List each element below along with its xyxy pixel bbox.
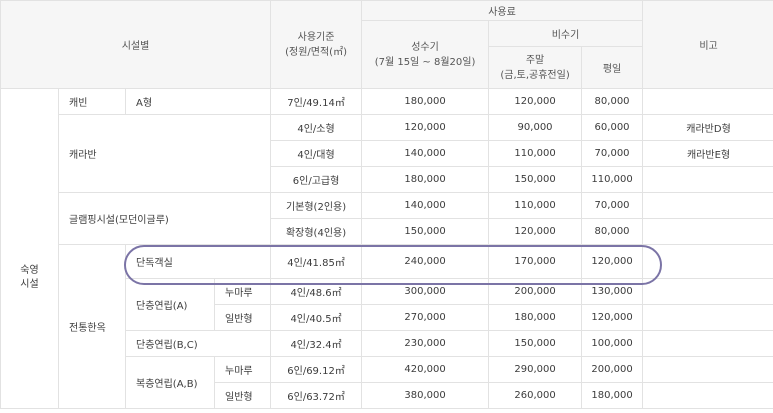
weekend-price: 170,000 (488, 244, 583, 279)
category-glamping: 글램핑시설(모던이글루) (57, 192, 272, 245)
criteria-cell: 4인/41.85㎡ (270, 244, 363, 279)
remarks-cell (642, 244, 773, 279)
weekday-price: 120,000 (581, 244, 644, 279)
weekend-price: 120,000 (488, 218, 583, 245)
row-name: A형 (124, 88, 272, 115)
remarks-cell (642, 88, 773, 115)
header-weekday: 평일 (581, 46, 644, 89)
weekday-price: 70,000 (581, 192, 644, 219)
row-name: 누마루 (213, 356, 272, 383)
row-name-single-room: 단독객실 (124, 244, 272, 279)
header-peak-line2: (7월 15일 ~ 8월20일) (374, 56, 476, 68)
criteria-cell: 6인/69.12㎡ (270, 356, 363, 383)
peak-price: 380,000 (361, 382, 490, 409)
remarks-cell (642, 304, 773, 331)
criteria-cell: 4인/소형 (270, 114, 363, 141)
weekday-price: 180,000 (581, 382, 644, 409)
remarks-cell (642, 278, 773, 305)
weekday-price: 200,000 (581, 356, 644, 383)
remarks-cell: 캐라반D형 (642, 114, 773, 141)
remarks-cell: 캐라반E형 (642, 140, 773, 167)
peak-price: 140,000 (361, 192, 490, 219)
criteria-cell: 확장형(4인용) (270, 218, 363, 245)
table-row: 글램핑시설(모던이글루) 기본형(2인용) 140,000 110,000 70… (1, 192, 773, 245)
table-row: 전통한옥 단독객실 4인/41.85㎡ 240,000 170,000 120,… (1, 244, 773, 409)
peak-price: 420,000 (361, 356, 490, 383)
row-name: 일반형 (213, 304, 272, 331)
criteria-cell: 7인/49.14㎡ (270, 88, 363, 115)
weekday-price: 110,000 (581, 166, 644, 193)
category-single-floor-a: 단층연립(A) (125, 278, 215, 331)
criteria-cell: 4인/32.4㎡ (270, 330, 363, 357)
header-remarks: 비고 (642, 0, 773, 89)
header-criteria-line2: (정원/면적(㎡) (285, 46, 347, 58)
criteria-cell: 6인/고급형 (270, 166, 363, 193)
peak-price: 300,000 (361, 278, 490, 305)
criteria-cell: 4인/대형 (270, 140, 363, 167)
remarks-cell (642, 166, 773, 193)
header-fee: 사용료 (361, 0, 644, 21)
peak-price: 120,000 (361, 114, 490, 141)
category-hanok: 전통한옥 (58, 244, 126, 409)
header-criteria-line1: 사용기준 (297, 31, 335, 43)
weekday-price: 100,000 (581, 330, 644, 357)
criteria-cell: 기본형(2인용) (270, 192, 363, 219)
criteria-cell: 4인/40.5㎡ (270, 304, 363, 331)
category-cabin: 캐빈 (58, 88, 126, 115)
header-weekend-line1: 주말 (525, 54, 545, 66)
peak-price: 180,000 (361, 166, 490, 193)
weekend-price: 290,000 (488, 356, 583, 383)
weekend-price: 120,000 (488, 88, 583, 115)
weekend-price: 180,000 (488, 304, 583, 331)
header-peak: 성수기 (7월 15일 ~ 8월20일) (361, 20, 490, 89)
category-duplex-ab: 복층연립(A,B) (125, 356, 215, 409)
header-criteria: 사용기준 (정원/면적(㎡) (270, 0, 363, 89)
weekend-price: 110,000 (488, 140, 583, 167)
weekend-price: 150,000 (488, 330, 583, 357)
header-weekend-line2: (금,토,공휴전일) (500, 69, 570, 81)
criteria-cell: 6인/63.72㎡ (270, 382, 363, 409)
weekend-price: 200,000 (488, 278, 583, 305)
category-caravan: 캐라반 (57, 114, 272, 193)
weekday-price: 70,000 (581, 140, 644, 167)
remarks-cell (642, 330, 773, 357)
table-row: 캐라반 4인/소형 120,000 90,000 60,000 캐라반D형 (1, 114, 773, 193)
peak-price: 150,000 (361, 218, 490, 245)
weekday-price: 130,000 (581, 278, 644, 305)
header-peak-line1: 성수기 (411, 41, 439, 53)
weekday-price: 60,000 (581, 114, 644, 141)
remarks-cell (642, 218, 773, 245)
row-name: 일반형 (213, 382, 272, 409)
category-lodging-line2: 시설 (20, 279, 39, 290)
category-lodging: 숙영 시설 (0, 88, 59, 409)
table-row: 숙영 시설 캐빈 A형 7인/49.14㎡ 180,000 120,000 80… (0, 88, 773, 409)
row-name: 단층연립(B,C) (124, 330, 272, 357)
weekend-price: 90,000 (488, 114, 583, 141)
category-lodging-line1: 숙영 (20, 265, 39, 276)
peak-price: 240,000 (361, 244, 490, 279)
row-name: 누마루 (213, 278, 272, 305)
header-facility: 시설별 (0, 0, 272, 89)
header-offpeak: 비수기 (488, 20, 644, 47)
criteria-cell: 4인/48.6㎡ (270, 278, 363, 305)
weekday-price: 80,000 (581, 88, 644, 115)
weekend-price: 150,000 (488, 166, 583, 193)
remarks-cell (642, 356, 773, 383)
weekday-price: 80,000 (581, 218, 644, 245)
peak-price: 230,000 (361, 330, 490, 357)
remarks-cell (642, 382, 773, 409)
weekday-price: 120,000 (581, 304, 644, 331)
peak-price: 270,000 (361, 304, 490, 331)
rate-table-view: 시설별 사용기준 (정원/면적(㎡) 사용료 비고 성수기 (7월 15일 ~ … (0, 0, 773, 413)
header-weekend: 주말 (금,토,공휴전일) (488, 46, 583, 89)
peak-price: 140,000 (361, 140, 490, 167)
remarks-cell (642, 192, 773, 219)
peak-price: 180,000 (361, 88, 490, 115)
rate-table: 시설별 사용기준 (정원/면적(㎡) 사용료 비고 성수기 (7월 15일 ~ … (0, 0, 773, 409)
weekend-price: 260,000 (488, 382, 583, 409)
weekend-price: 110,000 (488, 192, 583, 219)
